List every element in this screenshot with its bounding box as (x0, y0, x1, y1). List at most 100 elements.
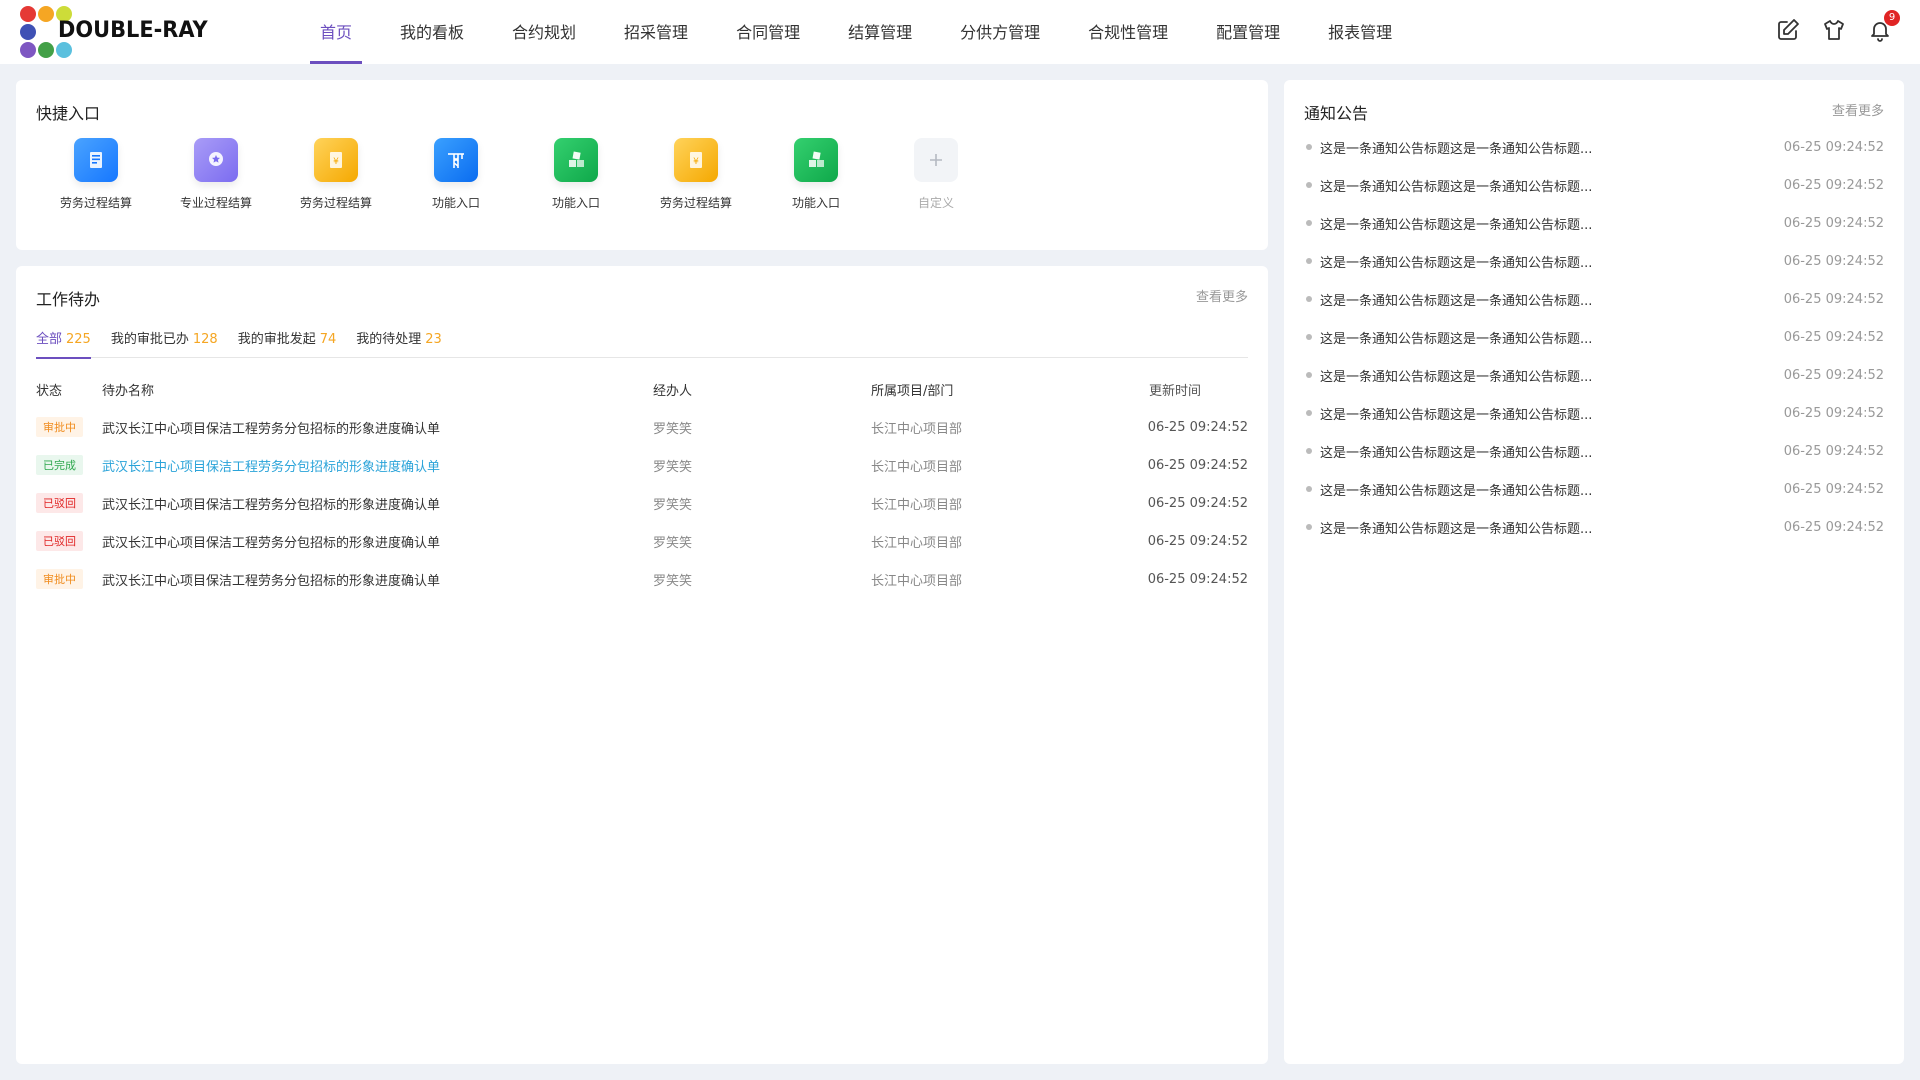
notice-item-title: 这是一条通知公告标题这是一条通知公告标题... (1320, 369, 1593, 385)
task-name[interactable]: 武汉长江中心项目保洁工程劳务分包招标的形象进度确认单 (102, 532, 653, 551)
quick-entry-item[interactable]: ¥ 劳务过程结算 (276, 138, 396, 211)
notice-item-time: 06-25 09:24:52 (1783, 253, 1884, 269)
notice-list: 这是一条通知公告标题这是一条通知公告标题... 06-25 09:24:52 这是… (1304, 128, 1884, 546)
quick-entry-label: 劳务过程结算 (59, 196, 132, 210)
task-name[interactable]: 武汉长江中心项目保洁工程劳务分包招标的形象进度确认单 (102, 494, 653, 513)
table-row[interactable]: 审批中 武汉长江中心项目保洁工程劳务分包招标的形象进度确认单 罗笑笑 长江中心项… (36, 560, 1248, 598)
table-row[interactable]: 审批中 武汉长江中心项目保洁工程劳务分包招标的形象进度确认单 罗笑笑 长江中心项… (36, 408, 1248, 446)
notice-item-time: 06-25 09:24:52 (1783, 291, 1884, 307)
nav-item-home[interactable]: 首页 (310, 0, 363, 64)
notice-item-title: 这是一条通知公告标题这是一条通知公告标题... (1320, 179, 1593, 195)
column-header-time: 更新时间 (1149, 383, 1202, 399)
table-row[interactable]: 已驳回 武汉长江中心项目保洁工程劳务分包招标的形象进度确认单 罗笑笑 长江中心项… (36, 484, 1248, 522)
notice-item-title: 这是一条通知公告标题这是一条通知公告标题... (1320, 483, 1593, 499)
quick-entry-customize[interactable]: 自定义 (876, 138, 996, 211)
quick-entry-label: 专业过程结算 (179, 196, 252, 210)
status-badge: 已完成 (36, 455, 83, 475)
task-owner: 罗笑笑 (653, 459, 693, 475)
bell-icon[interactable]: 9 (1868, 10, 1900, 42)
notice-item-time: 06-25 09:24:52 (1783, 177, 1884, 193)
yuan-doc-icon: ¥ (314, 138, 358, 182)
tab-initiated-by-me[interactable]: 我的审批发起 74 (238, 328, 337, 358)
edit-icon[interactable] (1776, 18, 1800, 42)
quick-entry-item[interactable]: 功能入口 (396, 138, 516, 211)
table-header: 状态 待办名称 经办人 所属项目/部门 更新时间 (36, 370, 1248, 408)
nav-item-settlement[interactable]: 结算管理 (838, 0, 922, 64)
list-item[interactable]: 这是一条通知公告标题这是一条通知公告标题... 06-25 09:24:52 (1304, 166, 1884, 204)
tab-count: 23 (425, 332, 442, 347)
task-owner: 罗笑笑 (653, 497, 693, 513)
cubes-icon (554, 138, 598, 182)
brand-logo[interactable]: DOUBLE-RAY (20, 6, 216, 58)
quick-entry-item[interactable]: 专业过程结算 (156, 138, 276, 211)
list-item[interactable]: 这是一条通知公告标题这是一条通知公告标题... 06-25 09:24:52 (1304, 128, 1884, 166)
table-row[interactable]: 已完成 武汉长江中心项目保洁工程劳务分包招标的形象进度确认单 罗笑笑 长江中心项… (36, 446, 1248, 484)
list-item[interactable]: 这是一条通知公告标题这是一条通知公告标题... 06-25 09:24:52 (1304, 470, 1884, 508)
list-item[interactable]: 这是一条通知公告标题这是一条通知公告标题... 06-25 09:24:52 (1304, 204, 1884, 242)
notice-item-time: 06-25 09:24:52 (1783, 405, 1884, 421)
bullet-icon (1306, 524, 1312, 530)
task-time: 06-25 09:24:52 (1147, 495, 1248, 511)
quick-entry-item[interactable]: 功能入口 (756, 138, 876, 211)
tasks-table: 状态 待办名称 经办人 所属项目/部门 更新时间 审批中 武汉长江中心项目保洁工… (36, 370, 1248, 598)
list-item[interactable]: 这是一条通知公告标题这是一条通知公告标题... 06-25 09:24:52 (1304, 318, 1884, 356)
notice-more-link[interactable]: 查看更多 (1832, 100, 1884, 119)
task-owner: 罗笑笑 (653, 535, 693, 551)
quick-entry-item[interactable]: ¥ 劳务过程结算 (636, 138, 756, 211)
nav-item-reports[interactable]: 报表管理 (1318, 0, 1402, 64)
tab-approved-by-me[interactable]: 我的审批已办 128 (111, 328, 218, 358)
nav-item-compliance[interactable]: 合规性管理 (1078, 0, 1178, 64)
notice-item-time: 06-25 09:24:52 (1783, 443, 1884, 459)
svg-text:¥: ¥ (693, 157, 699, 167)
bullet-icon (1306, 182, 1312, 188)
work-tasks-title: 工作待办 (36, 290, 101, 309)
status-badge: 审批中 (36, 417, 83, 437)
notice-item-time: 06-25 09:24:52 (1783, 139, 1884, 155)
task-name[interactable]: 武汉长江中心项目保洁工程劳务分包招标的形象进度确认单 (102, 456, 653, 475)
tab-count: 225 (66, 332, 91, 347)
medal-icon (194, 138, 238, 182)
notification-badge: 9 (1884, 10, 1900, 26)
quick-entry-list: 劳务过程结算 专业过程结算 ¥ 劳务过程结算 功能入口 功能入口 ¥ 劳务过程结… (36, 138, 996, 211)
list-item[interactable]: 这是一条通知公告标题这是一条通知公告标题... 06-25 09:24:52 (1304, 394, 1884, 432)
table-row[interactable]: 已驳回 武汉长江中心项目保洁工程劳务分包招标的形象进度确认单 罗笑笑 长江中心项… (36, 522, 1248, 560)
quick-entry-label: 自定义 (917, 196, 954, 210)
list-item[interactable]: 这是一条通知公告标题这是一条通知公告标题... 06-25 09:24:52 (1304, 432, 1884, 470)
tab-my-pending[interactable]: 我的待处理 23 (356, 328, 442, 358)
nav-item-contract-planning[interactable]: 合约规划 (502, 0, 586, 64)
list-item[interactable]: 这是一条通知公告标题这是一条通知公告标题... 06-25 09:24:52 (1304, 280, 1884, 318)
nav-item-procurement[interactable]: 招采管理 (614, 0, 698, 64)
list-item[interactable]: 这是一条通知公告标题这是一条通知公告标题... 06-25 09:24:52 (1304, 508, 1884, 546)
tasks-more-link[interactable]: 查看更多 (1196, 286, 1248, 305)
nav-item-contracts[interactable]: 合同管理 (726, 0, 810, 64)
column-header-name: 待办名称 (102, 383, 155, 399)
plus-icon (914, 138, 958, 182)
shirt-icon[interactable] (1822, 18, 1846, 42)
notice-item-title: 这是一条通知公告标题这是一条通知公告标题... (1320, 407, 1593, 423)
cubes-icon (794, 138, 838, 182)
notice-item-title: 这是一条通知公告标题这是一条通知公告标题... (1320, 293, 1593, 309)
tab-all[interactable]: 全部 225 (36, 328, 91, 359)
task-name[interactable]: 武汉长江中心项目保洁工程劳务分包招标的形象进度确认单 (102, 570, 653, 589)
quick-entry-item[interactable]: 劳务过程结算 (36, 138, 156, 211)
nav-item-suppliers[interactable]: 分供方管理 (950, 0, 1050, 64)
quick-entry-card: 快捷入口 劳务过程结算 专业过程结算 ¥ 劳务过程结算 功能入口 功能入口 ¥ … (16, 80, 1268, 250)
task-dept: 长江中心项目部 (871, 459, 963, 475)
top-header: DOUBLE-RAY 首页 我的看板 合约规划 招采管理 合同管理 结算管理 分… (0, 0, 1920, 64)
nav-item-configuration[interactable]: 配置管理 (1206, 0, 1290, 64)
quick-entry-item[interactable]: 功能入口 (516, 138, 636, 211)
brand-name: DOUBLE-RAY (58, 17, 208, 43)
crane-icon (434, 138, 478, 182)
task-owner: 罗笑笑 (653, 573, 693, 589)
list-item[interactable]: 这是一条通知公告标题这是一条通知公告标题... 06-25 09:24:52 (1304, 356, 1884, 394)
notice-item-time: 06-25 09:24:52 (1783, 519, 1884, 535)
column-header-owner: 经办人 (653, 383, 693, 399)
list-item[interactable]: 这是一条通知公告标题这是一条通知公告标题... 06-25 09:24:52 (1304, 242, 1884, 280)
yuan-doc-icon: ¥ (674, 138, 718, 182)
task-name[interactable]: 武汉长江中心项目保洁工程劳务分包招标的形象进度确认单 (102, 418, 653, 437)
tab-count: 74 (319, 332, 337, 347)
task-dept: 长江中心项目部 (871, 497, 963, 513)
task-owner: 罗笑笑 (653, 421, 693, 437)
nav-item-my-board[interactable]: 我的看板 (390, 0, 474, 64)
task-time: 06-25 09:24:52 (1147, 457, 1248, 473)
